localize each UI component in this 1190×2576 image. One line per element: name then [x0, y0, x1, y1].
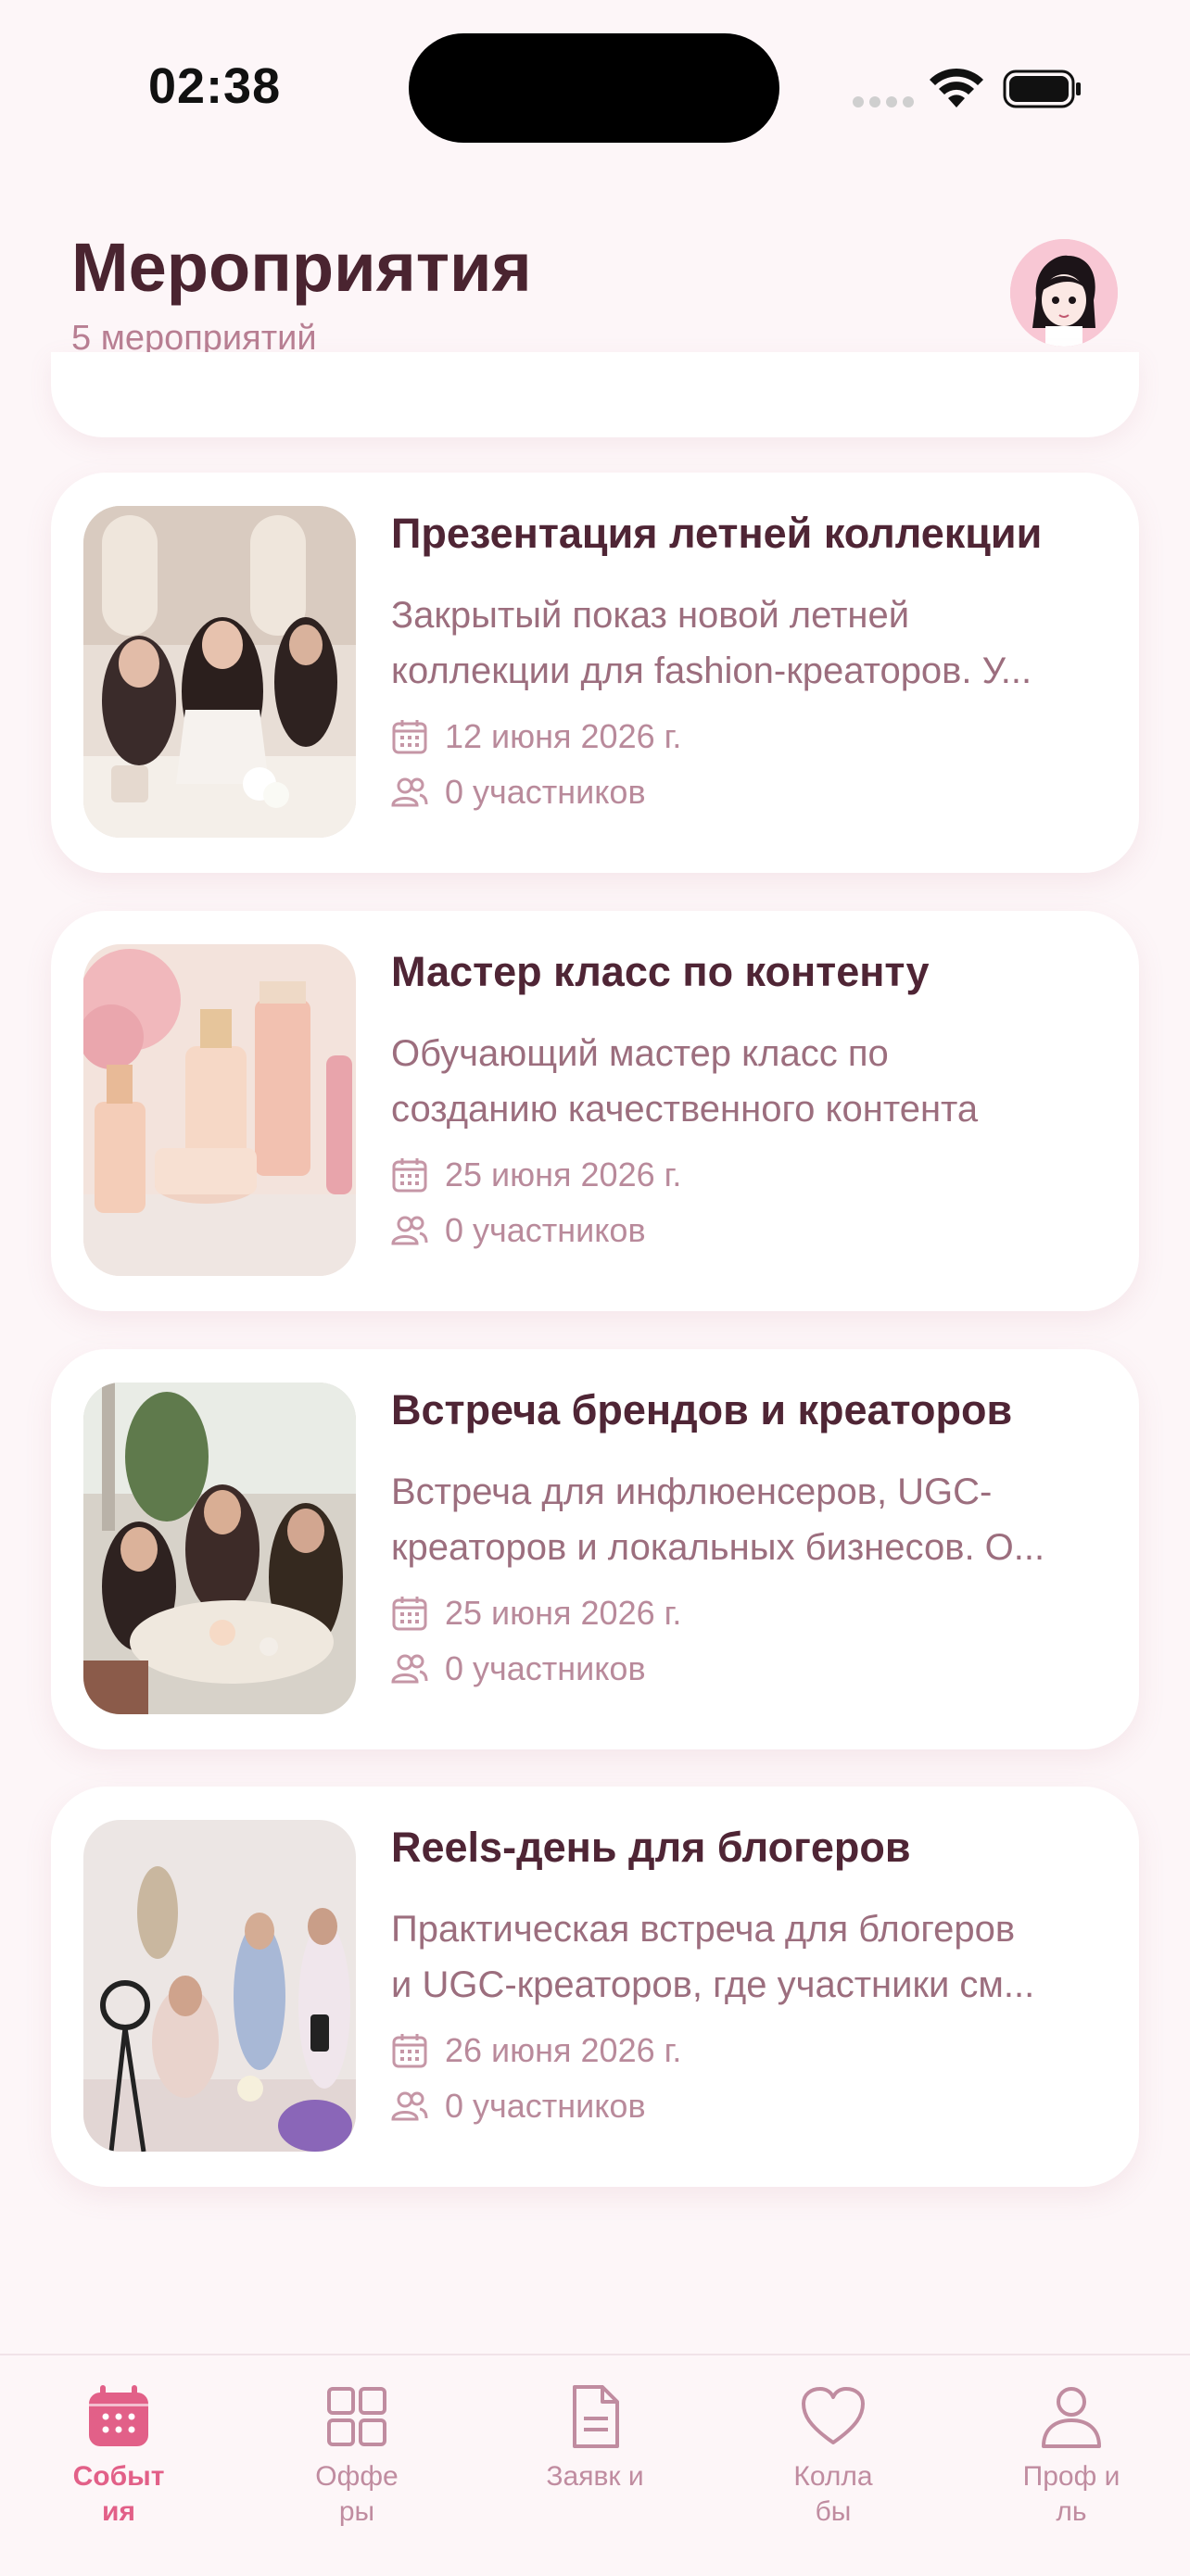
tab-label: Проф иль — [1022, 2461, 1120, 2527]
participants-text: 0 участников — [445, 2087, 646, 2125]
participants-icon — [391, 1216, 428, 1245]
participants-icon — [391, 777, 428, 807]
event-card[interactable]: Reels-день для блогеров Практическая вст… — [51, 1787, 1139, 2187]
page-title: Мероприятия — [71, 229, 532, 306]
event-photo — [83, 1383, 356, 1714]
event-date: 26 июня 2026 г. — [391, 2031, 681, 2070]
tab-profile[interactable]: Проф иль — [997, 2355, 1146, 2530]
event-description-line: креаторов и локальных бизнесов. О... — [391, 1527, 1045, 1568]
event-description: Встреча для инфлюенсеров, UGC- креаторов… — [391, 1464, 1114, 1575]
event-title: Reels-день для блогеров — [391, 1824, 911, 1871]
event-photo — [83, 1820, 356, 2152]
tab-label: Колла бы — [793, 2461, 873, 2527]
calendar-icon — [89, 2385, 148, 2446]
event-date: 12 июня 2026 г. — [391, 717, 681, 756]
bottom-tab-bar: Событ ия Оффе ры Заявк и Колла бы Проф и… — [0, 2354, 1190, 2576]
tab-label: Событ ия — [72, 2461, 165, 2527]
event-card[interactable]: Мастер класс по контенту Обучающий масте… — [51, 911, 1139, 1311]
grid-icon — [327, 2387, 386, 2446]
event-date: 25 июня 2026 г. — [391, 1594, 681, 1633]
participants-text: 0 участников — [445, 1649, 646, 1687]
calendar-icon — [392, 720, 427, 754]
event-description-line: созданию качественного контента — [391, 1089, 979, 1130]
event-date-text: 12 июня 2026 г. — [445, 717, 682, 755]
tab-collabs[interactable]: Колла бы — [759, 2355, 907, 2530]
event-title: Встреча брендов и креаторов — [391, 1386, 1013, 1433]
status-time: 02:38 — [148, 58, 282, 114]
calendar-icon — [392, 1597, 427, 1631]
status-bar: 02:38 — [0, 0, 1190, 176]
participants-text: 0 участников — [445, 773, 646, 811]
event-card[interactable]: Встреча брендов и креаторов Встреча для … — [51, 1349, 1139, 1749]
event-description-line: Практическая встреча для блогеров — [391, 1909, 1016, 1950]
event-title: Мастер класс по контенту — [391, 948, 930, 995]
event-participants: 0 участников — [391, 1211, 646, 1250]
cellular-signal-icon — [853, 96, 914, 107]
avatar-image — [1010, 239, 1118, 347]
event-date-text: 25 июня 2026 г. — [445, 1594, 682, 1632]
event-description-line: и UGC-креаторов, где участники см... — [391, 1964, 1035, 2005]
tab-applications[interactable]: Заявк и — [521, 2355, 669, 2494]
document-icon — [573, 2385, 619, 2448]
wifi-icon — [930, 68, 983, 107]
heart-icon — [802, 2387, 865, 2444]
participants-icon — [391, 1654, 428, 1684]
dynamic-island — [409, 33, 779, 143]
event-date-text: 25 июня 2026 г. — [445, 1155, 682, 1193]
event-description: Закрытый показ новой летней коллекции дл… — [391, 587, 1114, 699]
event-participants: 0 участников — [391, 773, 646, 812]
event-date: 25 июня 2026 г. — [391, 1155, 681, 1194]
event-description-line: Закрытый показ новой летней — [391, 595, 910, 636]
event-date-text: 26 июня 2026 г. — [445, 2031, 682, 2069]
tab-offers[interactable]: Оффе ры — [283, 2355, 431, 2530]
calendar-icon — [392, 2034, 427, 2068]
battery-icon — [1003, 69, 1081, 108]
event-participants: 0 участников — [391, 2087, 646, 2126]
tab-label: Заявк и — [546, 2461, 644, 2492]
tab-events[interactable]: Событ ия — [44, 2355, 193, 2530]
event-photo — [83, 506, 356, 838]
event-photo — [83, 944, 356, 1276]
event-description: Практическая встреча для блогеров и UGC-… — [391, 1901, 1114, 2013]
event-description-line: Обучающий мастер класс по — [391, 1033, 889, 1074]
tab-label: Оффе ры — [315, 2461, 399, 2527]
user-icon — [1042, 2387, 1101, 2448]
calendar-icon — [392, 1158, 427, 1193]
event-card[interactable]: Презентация летней коллекции Закрытый по… — [51, 473, 1139, 873]
participants-icon — [391, 2091, 428, 2121]
event-description: Обучающий мастер класс по созданию качес… — [391, 1026, 1114, 1137]
profile-avatar[interactable] — [1010, 239, 1118, 347]
event-title: Презентация летней коллекции — [391, 510, 1043, 557]
participants-text: 0 участников — [445, 1211, 646, 1249]
event-participants: 0 участников — [391, 1649, 646, 1688]
event-description-line: Встреча для инфлюенсеров, UGC- — [391, 1471, 993, 1512]
event-description-line: коллекции для fashion-креаторов. У... — [391, 650, 1032, 691]
event-card-partial[interactable] — [51, 352, 1139, 437]
